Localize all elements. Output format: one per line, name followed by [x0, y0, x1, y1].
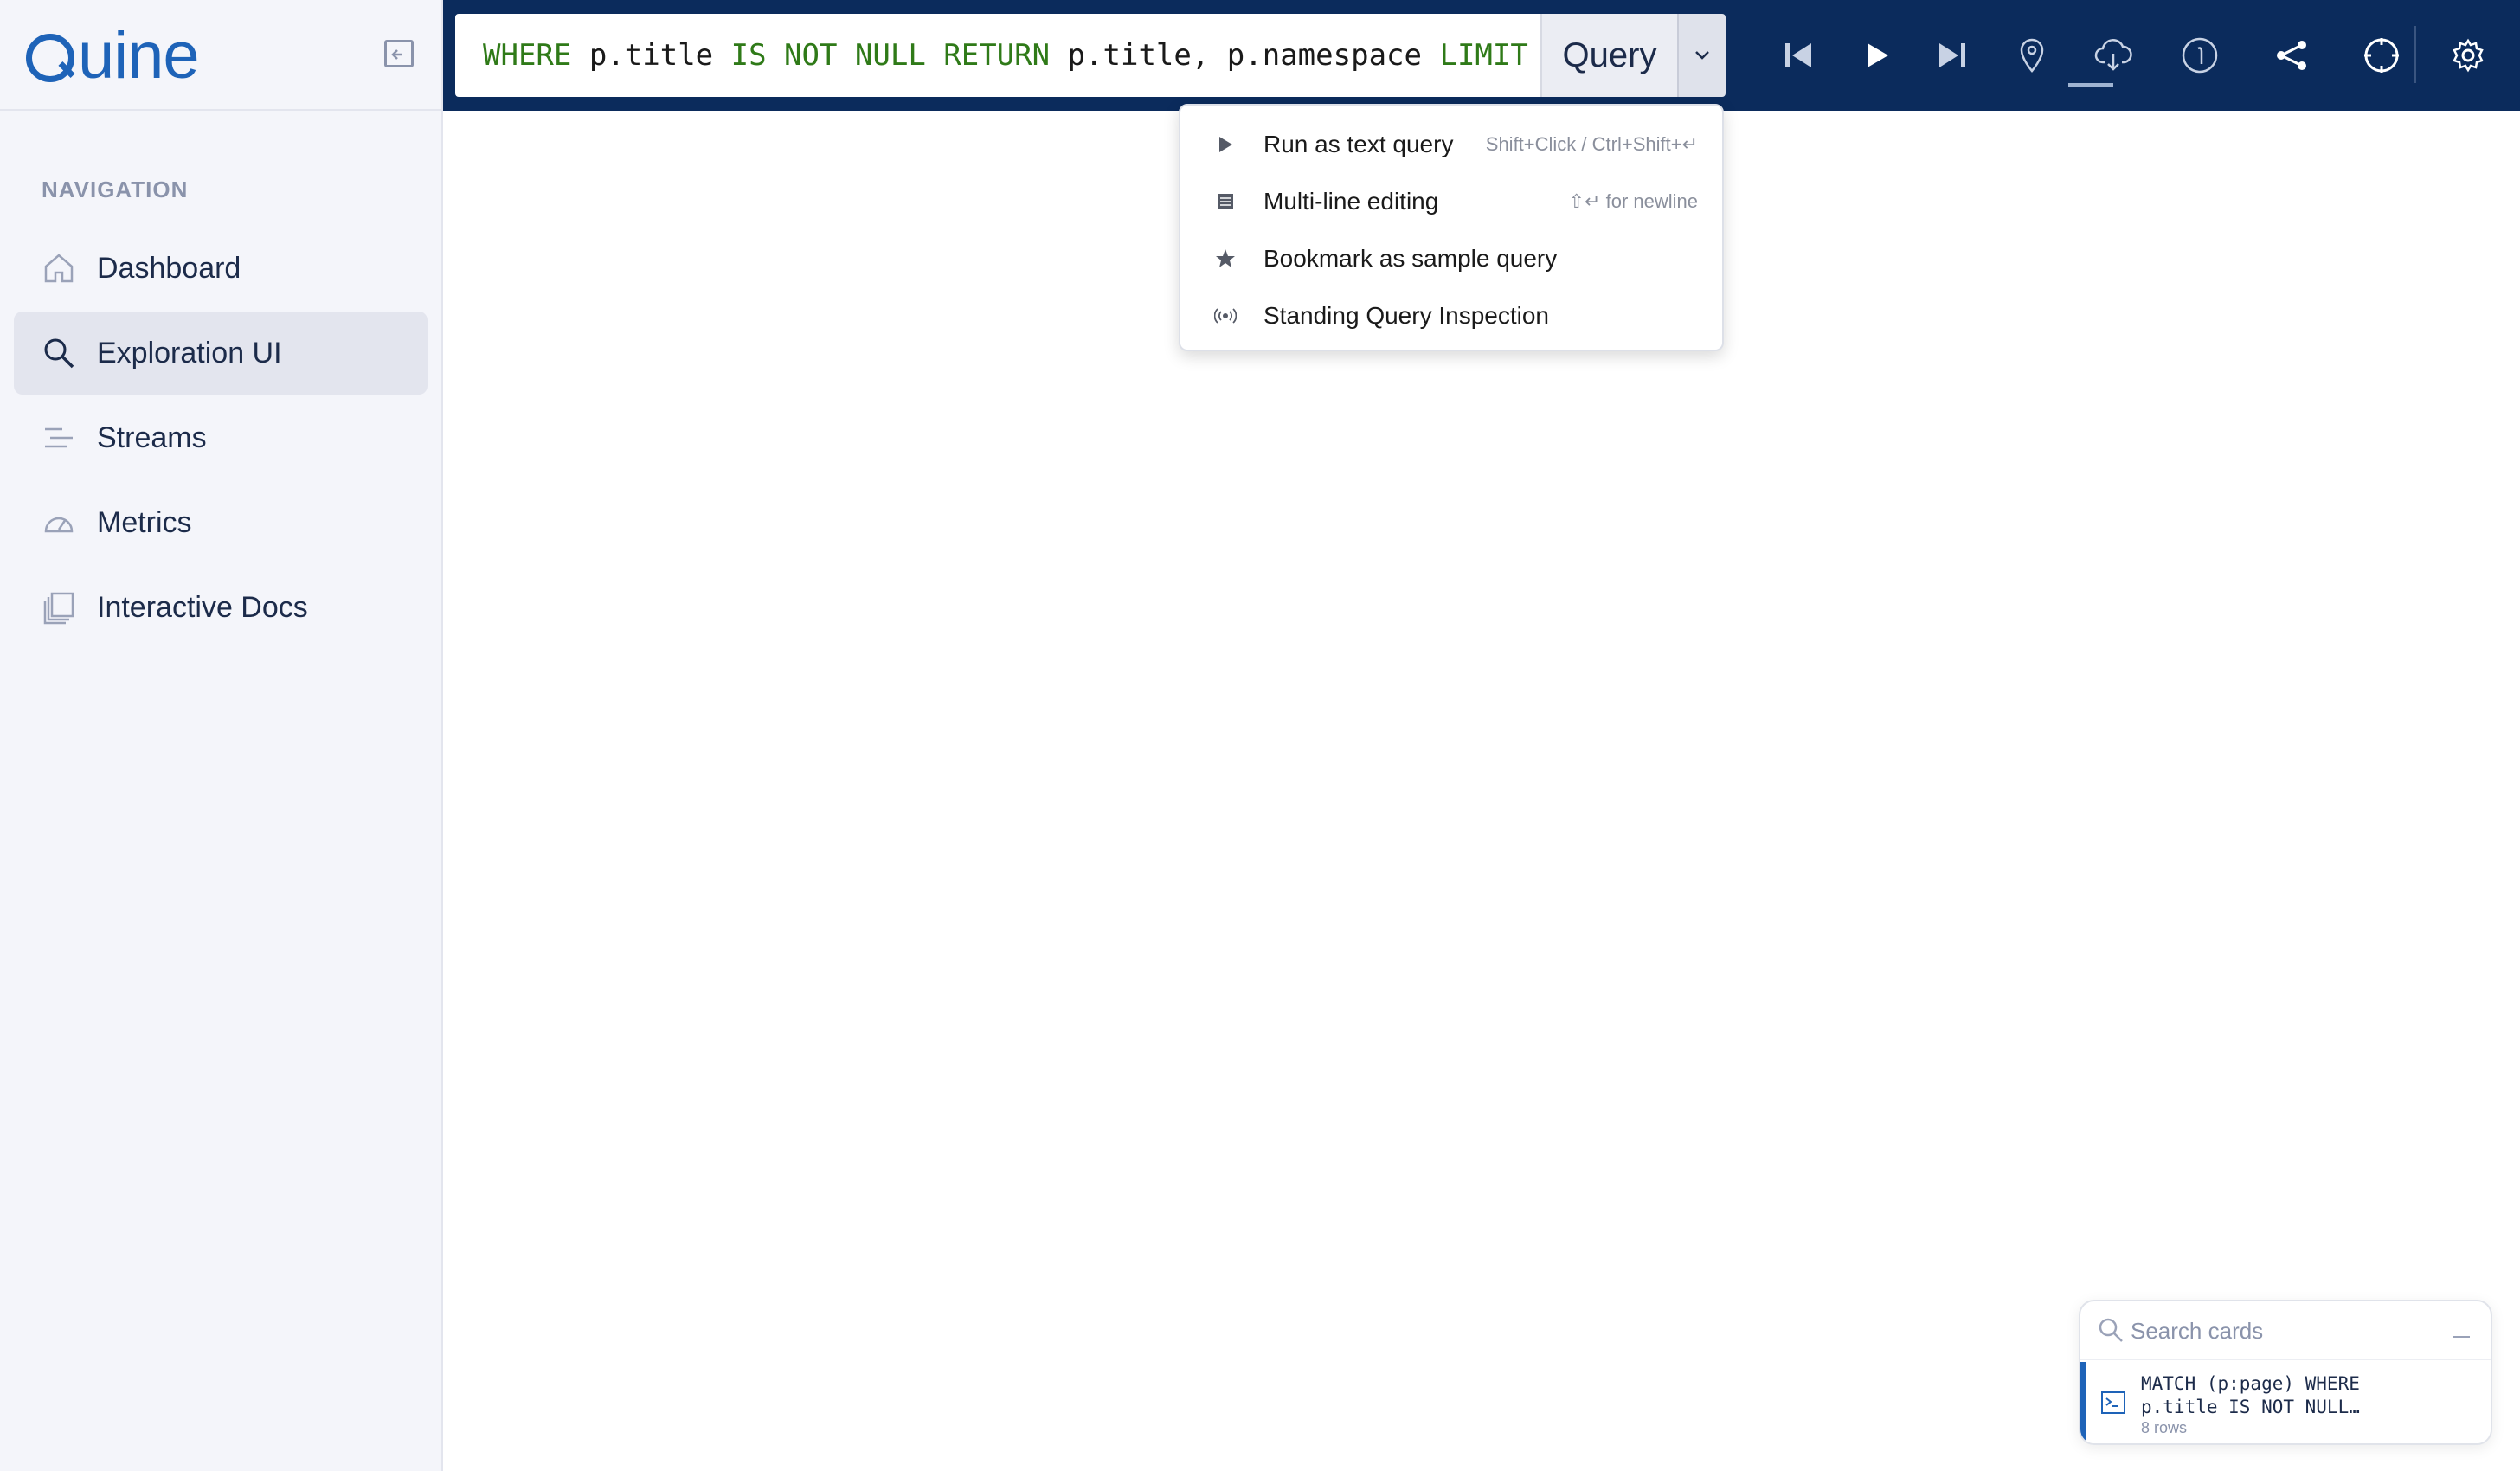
chevron-down-icon [1695, 51, 1709, 60]
menu-item-standing-query-inspection[interactable]: Standing Query Inspection [1180, 287, 1722, 344]
query-options-menu: Run as text query Shift+Click / Ctrl+Shi… [1179, 104, 1724, 351]
star-icon [1208, 248, 1243, 269]
sidebar-item-interactive-docs[interactable]: Interactive Docs [14, 566, 428, 649]
gauge-icon [40, 504, 78, 542]
sidebar-item-dashboard[interactable]: Dashboard [14, 227, 428, 310]
sidebar-item-streams[interactable]: Streams [14, 396, 428, 479]
home-icon [40, 249, 78, 287]
docs-icon [40, 588, 78, 626]
quine-logo[interactable]: uine [26, 18, 200, 93]
card-row-count: 8 rows [2141, 1419, 2188, 1436]
settings-icon[interactable] [2446, 33, 2491, 78]
info-icon[interactable] [2177, 33, 2222, 78]
query-input[interactable]: WHERE p.title IS NOT NULL RETURN p.title… [455, 14, 1551, 97]
sidebar-item-label: Metrics [97, 505, 192, 539]
minimize-cards-button[interactable] [2452, 1336, 2470, 1338]
active-tool-indicator [2068, 83, 2113, 87]
menu-item-label: Run as text query [1263, 131, 1454, 157]
sidebar-item-label: Interactive Docs [97, 590, 308, 624]
menu-item-label: Bookmark as sample query [1263, 245, 1558, 272]
nav-heading: NAVIGATION [42, 177, 189, 202]
sidebar-item-label: Dashboard [97, 251, 241, 285]
sidebar: uine NAVIGATION Dashboard Exploration UI [0, 0, 443, 1471]
query-button[interactable]: Query [1540, 14, 1677, 97]
brand-header: uine [0, 0, 441, 111]
card-query-line: p.title IS NOT NULL… [2141, 1397, 2360, 1417]
menu-item-bookmark-sample-query[interactable]: Bookmark as sample query [1180, 230, 1722, 287]
card-query-line: MATCH (p:page) WHERE [2141, 1373, 2360, 1394]
query-identifier: p.title [588, 38, 714, 73]
query-keyword: WHERE [483, 38, 572, 73]
skip-forward-icon[interactable] [1930, 33, 1975, 78]
sidebar-item-label: Exploration UI [97, 336, 282, 369]
streams-icon [40, 419, 78, 457]
menu-item-multi-line-editing[interactable]: Multi-line editing ⇧↵ for newline [1180, 173, 1722, 230]
collapse-sidebar-button[interactable] [384, 40, 414, 67]
menu-item-hint: ⇧↵ for newline [1568, 190, 1698, 212]
logo-text: uine [78, 18, 200, 93]
menu-item-run-as-text-query[interactable]: Run as text query Shift+Click / Ctrl+Shi… [1180, 116, 1722, 173]
sidebar-item-metrics[interactable]: Metrics [14, 481, 428, 564]
menu-item-label: Standing Query Inspection [1263, 302, 1549, 329]
card-query-text: MATCH (p:page) WHERE p.title IS NOT NULL… [2141, 1372, 2383, 1419]
play-small-icon [1208, 136, 1243, 153]
query-identifier: p.title, p.namespace [1067, 38, 1422, 73]
cloud-download-icon[interactable] [2091, 33, 2136, 78]
toolbar-separator [2414, 26, 2416, 83]
crosshair-icon[interactable] [2359, 33, 2404, 78]
cards-panel: MATCH (p:page) WHERE p.title IS NOT NULL… [2079, 1300, 2492, 1445]
card-accent-bar [2080, 1362, 2086, 1443]
search-icon [2098, 1317, 2124, 1347]
location-pin-icon[interactable] [2009, 33, 2054, 78]
terminal-icon [2101, 1391, 2125, 1418]
cards-search-bar [2080, 1301, 2491, 1360]
menu-item-label: Multi-line editing [1263, 188, 1439, 215]
collapse-icon [391, 49, 402, 60]
query-options-dropdown[interactable] [1677, 14, 1726, 97]
app-root: uine NAVIGATION Dashboard Exploration UI [0, 0, 2520, 1471]
top-toolbar: WHERE p.title IS NOT NULL RETURN p.title… [443, 0, 2520, 111]
query-card[interactable]: MATCH (p:page) WHERE p.title IS NOT NULL… [2080, 1362, 2491, 1443]
sidebar-item-label: Streams [97, 421, 207, 454]
lines-icon [1208, 193, 1243, 210]
sidebar-item-exploration-ui[interactable]: Exploration UI [14, 312, 428, 395]
logo-q-mark [26, 34, 74, 82]
cards-search-input[interactable] [2131, 1314, 2425, 1348]
play-icon[interactable] [1854, 33, 1899, 78]
search-icon [40, 334, 78, 372]
menu-item-hint: Shift+Click / Ctrl+Shift+↵ [1485, 133, 1698, 155]
share-icon[interactable] [2269, 33, 2314, 78]
query-keyword: IS NOT NULL RETURN [730, 38, 1051, 73]
skip-back-icon[interactable] [1776, 33, 1821, 78]
broadcast-icon [1208, 307, 1243, 324]
query-keyword: LIMIT [1439, 38, 1528, 73]
